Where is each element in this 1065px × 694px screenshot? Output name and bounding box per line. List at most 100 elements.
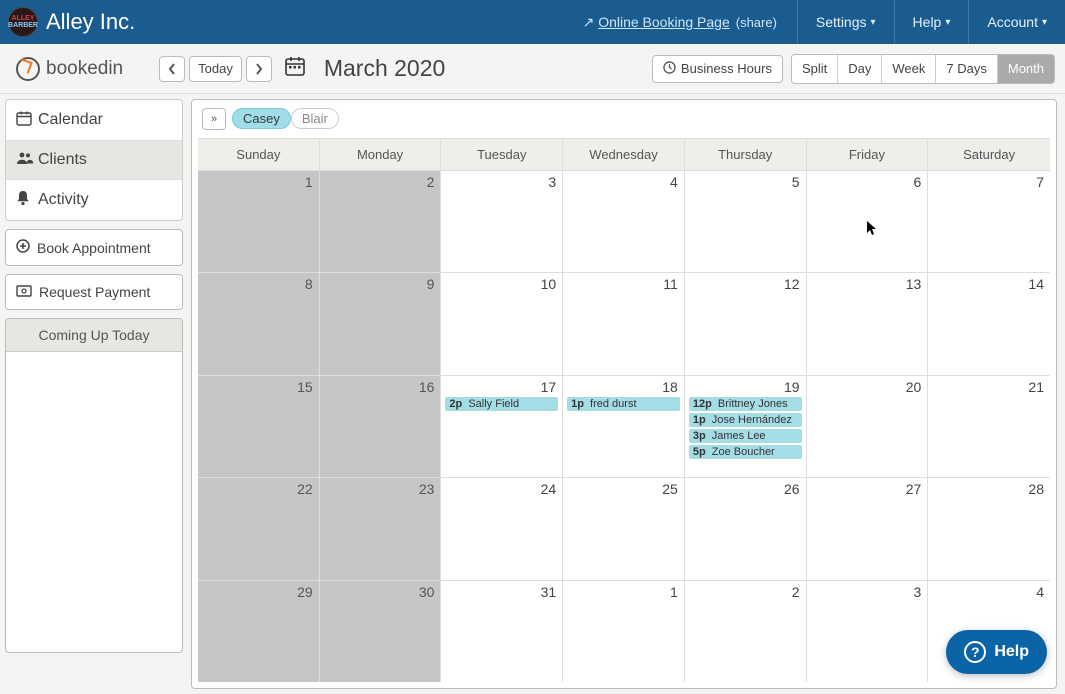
day-cell[interactable]: 10 — [441, 273, 563, 374]
day-cell[interactable]: 2 — [320, 171, 442, 272]
calendar-icon[interactable] — [284, 55, 306, 83]
day-number: 4 — [932, 584, 1046, 600]
help-fab-button[interactable]: ? Help — [946, 630, 1047, 674]
sidebar-item-activity[interactable]: Activity — [6, 180, 182, 220]
view-7days-button[interactable]: 7 Days — [935, 55, 996, 83]
appointment-chip[interactable]: 3p James Lee — [689, 429, 802, 443]
day-cell[interactable]: 23 — [320, 478, 442, 579]
dow-header: Monday — [320, 139, 442, 170]
day-number: 13 — [811, 276, 924, 292]
appointment-chip[interactable]: 1p fred durst — [567, 397, 680, 411]
view-day-button[interactable]: Day — [837, 55, 881, 83]
day-cell[interactable]: 22 — [198, 478, 320, 579]
request-payment-button[interactable]: Request Payment — [5, 274, 183, 310]
clock-icon — [663, 61, 676, 77]
sidebar-item-calendar[interactable]: Calendar — [6, 100, 182, 141]
account-menu[interactable]: Account▾ — [968, 0, 1065, 44]
sidebar: Calendar Clients Activity Book Appointme… — [0, 94, 188, 694]
help-menu[interactable]: Help▾ — [894, 0, 969, 44]
appointment-chip[interactable]: 1p Jose Hernández — [689, 413, 802, 427]
day-number: 3 — [445, 174, 558, 190]
day-cell[interactable]: 1 — [563, 581, 685, 682]
book-appointment-button[interactable]: Book Appointment — [5, 229, 183, 266]
share-link[interactable]: (share) — [736, 15, 777, 30]
day-cell[interactable]: 26 — [685, 478, 807, 579]
day-number: 15 — [202, 379, 315, 395]
business-hours-button[interactable]: Business Hours — [652, 55, 783, 83]
sidebar-item-label: Clients — [38, 151, 87, 169]
prev-button[interactable] — [159, 56, 185, 82]
caret-down-icon: ▾ — [945, 17, 950, 28]
next-button[interactable] — [246, 56, 272, 82]
view-month-button[interactable]: Month — [997, 55, 1054, 83]
day-cell[interactable]: 15 — [198, 376, 320, 477]
day-number: 3 — [811, 584, 924, 600]
clock-icon — [16, 57, 40, 81]
day-number: 11 — [567, 276, 680, 292]
day-cell[interactable]: 3 — [807, 581, 929, 682]
day-cell[interactable]: 172p Sally Field — [441, 376, 563, 477]
day-cell[interactable]: 1912p Brittney Jones1p Jose Hernández3p … — [685, 376, 807, 477]
view-toggle-group: Split Day Week 7 Days Month — [791, 54, 1055, 84]
day-number: 14 — [932, 276, 1046, 292]
day-cell[interactable]: 25 — [563, 478, 685, 579]
bell-icon — [16, 190, 38, 210]
expand-staff-button[interactable]: » — [202, 108, 226, 130]
settings-menu[interactable]: Settings▾ — [797, 0, 894, 44]
payment-icon — [16, 284, 32, 300]
day-cell[interactable]: 20 — [807, 376, 929, 477]
day-cell[interactable]: 3 — [441, 171, 563, 272]
day-cell[interactable]: 16 — [320, 376, 442, 477]
day-cell[interactable]: 14 — [928, 273, 1050, 374]
day-number: 16 — [324, 379, 437, 395]
today-button[interactable]: Today — [189, 56, 242, 82]
day-cell[interactable]: 27 — [807, 478, 929, 579]
day-cell[interactable]: 11 — [563, 273, 685, 374]
day-cell[interactable]: 30 — [320, 581, 442, 682]
online-booking-link[interactable]: ↗ Online Booking Page — [583, 14, 730, 31]
day-cell[interactable]: 181p fred durst — [563, 376, 685, 477]
brand-logo: ALLEYBARBER — [8, 7, 38, 37]
expand-icon: » — [211, 113, 217, 125]
day-number: 1 — [202, 174, 315, 190]
day-cell[interactable]: 9 — [320, 273, 442, 374]
day-cell[interactable]: 2 — [685, 581, 807, 682]
day-cell[interactable]: 12 — [685, 273, 807, 374]
day-cell[interactable]: 28 — [928, 478, 1050, 579]
day-number: 5 — [689, 174, 802, 190]
day-cell[interactable]: 24 — [441, 478, 563, 579]
dow-header: Wednesday — [563, 139, 685, 170]
sidebar-item-label: Calendar — [38, 111, 103, 129]
appointment-chip[interactable]: 5p Zoe Boucher — [689, 445, 802, 459]
staff-chip-blair[interactable]: Blair — [291, 108, 339, 129]
coming-up-panel: Coming Up Today — [5, 318, 183, 653]
day-cell[interactable]: 6 — [807, 171, 929, 272]
clients-icon — [16, 151, 38, 169]
day-number: 20 — [811, 379, 924, 395]
day-number: 24 — [445, 481, 558, 497]
day-cell[interactable]: 1 — [198, 171, 320, 272]
day-number: 8 — [202, 276, 315, 292]
day-cell[interactable]: 31 — [441, 581, 563, 682]
staff-chip-casey[interactable]: Casey — [232, 108, 291, 129]
day-number: 27 — [811, 481, 924, 497]
top-bar: ALLEYBARBER Alley Inc. ↗ Online Booking … — [0, 0, 1065, 44]
sidebar-item-clients[interactable]: Clients — [6, 141, 182, 180]
day-cell[interactable]: 4 — [563, 171, 685, 272]
view-week-button[interactable]: Week — [881, 55, 935, 83]
day-cell[interactable]: 5 — [685, 171, 807, 272]
calendar-icon — [16, 110, 38, 130]
appointment-chip[interactable]: 12p Brittney Jones — [689, 397, 802, 411]
day-number: 2 — [689, 584, 802, 600]
day-number: 10 — [445, 276, 558, 292]
dow-header: Friday — [807, 139, 929, 170]
day-cell[interactable]: 29 — [198, 581, 320, 682]
appointment-chip[interactable]: 2p Sally Field — [445, 397, 558, 411]
view-split-button[interactable]: Split — [792, 55, 837, 83]
day-cell[interactable]: 7 — [928, 171, 1050, 272]
day-cell[interactable]: 13 — [807, 273, 929, 374]
sub-header: bookedin Today March 2020 Business Hours… — [0, 44, 1065, 94]
day-cell[interactable]: 8 — [198, 273, 320, 374]
day-number: 4 — [567, 174, 680, 190]
day-cell[interactable]: 21 — [928, 376, 1050, 477]
